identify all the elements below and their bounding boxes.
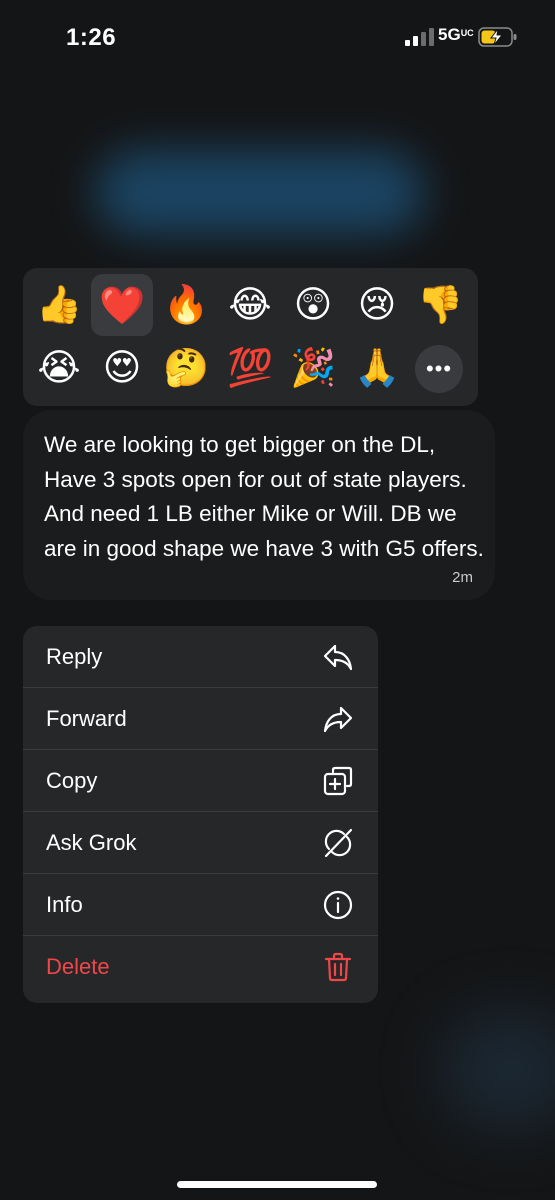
network-suffix: UC [460,28,474,38]
reaction-tray: 👍 ❤️ 🔥 😂 😲 😢 👎 😭 😍 🤔 💯 🎉 🙏 ••• [23,268,478,406]
cellular-signal-icon [405,28,434,46]
menu-item-ask-grok[interactable]: Ask Grok [23,812,378,874]
menu-item-delete[interactable]: Delete [23,936,378,998]
reply-icon [323,644,353,671]
menu-label-info: Info [46,891,83,917]
home-indicator[interactable] [177,1181,377,1188]
reaction-thumbs-down[interactable]: 👎 [409,273,471,335]
message-timestamp: 2m [452,569,473,586]
menu-item-copy[interactable]: Copy [23,750,378,812]
menu-item-reply[interactable]: Reply [23,626,378,688]
reaction-sobbing[interactable]: 😭 [28,336,90,398]
context-menu: Reply Forward Copy Ask Grok Info Delete [23,626,378,1003]
menu-item-info[interactable]: Info [23,874,378,936]
reaction-astonished[interactable]: 😲 [282,273,344,335]
reaction-laughing[interactable]: 😂 [219,273,281,335]
status-time: 1:26 [66,24,117,51]
background-blur-bottom [440,1010,555,1130]
reaction-hundred[interactable]: 💯 [219,336,281,398]
forward-icon [323,706,353,733]
menu-label-ask-grok: Ask Grok [46,829,137,855]
more-reactions-button[interactable]: ••• [415,345,463,393]
copy-icon [323,766,353,796]
menu-label-copy: Copy [46,767,98,793]
trash-icon [324,952,352,982]
reaction-thumbs-up[interactable]: 👍 [28,273,90,335]
reaction-crying[interactable]: 😢 [346,273,408,335]
battery-charging-icon [478,27,517,47]
reaction-thinking[interactable]: 🤔 [155,336,217,398]
grok-icon [324,828,353,858]
reaction-heart-eyes[interactable]: 😍 [91,336,153,398]
reaction-fire[interactable]: 🔥 [155,273,217,335]
menu-item-forward[interactable]: Forward [23,688,378,750]
menu-label-forward: Forward [46,705,127,731]
message-bubble[interactable]: We are looking to get bigger on the DL, … [23,410,495,600]
reaction-heart[interactable]: ❤️ [91,274,153,336]
reaction-party[interactable]: 🎉 [282,336,344,398]
status-bar: 1:26 5GUC [0,0,555,75]
menu-label-reply: Reply [46,643,103,669]
background-blur [95,150,425,235]
menu-label-delete: Delete [46,954,110,979]
network-type: 5GUC [438,25,474,44]
reaction-pray[interactable]: 🙏 [346,336,408,398]
message-text: We are looking to get bigger on the DL, … [44,432,484,561]
info-icon [323,890,353,920]
